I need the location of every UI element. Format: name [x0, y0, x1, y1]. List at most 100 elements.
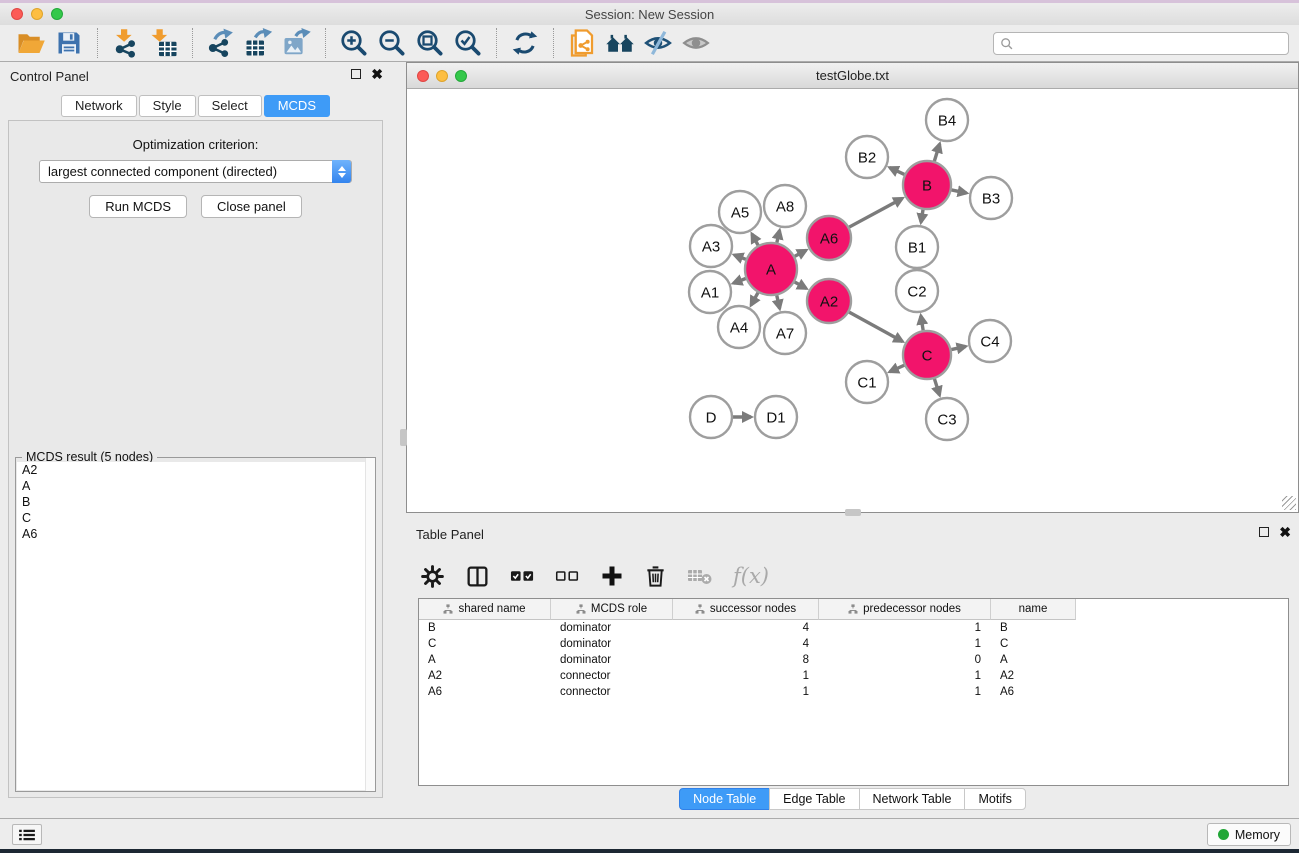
quick-search-field[interactable]	[993, 32, 1289, 55]
graph-node-B3[interactable]: B3	[970, 177, 1012, 219]
graph-node-A1[interactable]: A1	[689, 271, 731, 313]
graph-node-A5[interactable]: A5	[719, 191, 761, 233]
graph-edge-C-C2[interactable]	[921, 316, 923, 331]
graph-node-B1[interactable]: B1	[896, 226, 938, 268]
float-panel-icon[interactable]	[1259, 527, 1269, 537]
graph-node-B4[interactable]: B4	[926, 99, 968, 141]
optimization-criterion-select[interactable]: largest connected component (directed)	[39, 160, 352, 183]
tab-edge-table[interactable]: Edge Table	[769, 788, 859, 810]
search-input[interactable]	[1014, 35, 1288, 53]
tab-mcds[interactable]: MCDS	[264, 95, 330, 117]
graph-edge-A-A3[interactable]	[734, 255, 745, 259]
graph-edge-B-B3[interactable]	[951, 190, 966, 193]
graph-node-C[interactable]: C	[903, 331, 951, 379]
new-session-from-network-icon[interactable]	[565, 27, 599, 59]
tab-node-table[interactable]: Node Table	[679, 788, 770, 810]
table-row[interactable]: Bdominator41B	[419, 620, 1288, 636]
show-selected-icon[interactable]	[679, 27, 713, 59]
save-session-icon[interactable]	[52, 27, 86, 59]
export-table-icon[interactable]	[242, 27, 276, 59]
close-panel-icon[interactable]: ✖	[1279, 527, 1291, 537]
graph-node-C3[interactable]: C3	[926, 398, 968, 440]
select-all-columns-icon[interactable]	[510, 568, 535, 584]
graph-node-D1[interactable]: D1	[755, 396, 797, 438]
tab-select[interactable]: Select	[198, 95, 262, 117]
column-header-successor-nodes[interactable]: successor nodes	[673, 599, 819, 620]
zoom-out-icon[interactable]	[375, 27, 409, 59]
show-all-networks-icon[interactable]	[603, 27, 637, 59]
zoom-fit-icon[interactable]	[413, 27, 447, 59]
result-item[interactable]: A6	[17, 526, 374, 542]
graph-edge-A-A1[interactable]	[733, 279, 745, 284]
tab-motifs[interactable]: Motifs	[964, 788, 1025, 810]
tab-network[interactable]: Network	[61, 95, 137, 117]
graph-node-A[interactable]: A	[745, 243, 797, 295]
graph-node-A2[interactable]: A2	[807, 279, 851, 323]
graph-node-D[interactable]: D	[690, 396, 732, 438]
graph-node-A7[interactable]: A7	[764, 312, 806, 354]
graph-node-B[interactable]: B	[903, 161, 951, 209]
graph-node-A8[interactable]: A8	[764, 185, 806, 227]
create-column-icon[interactable]	[600, 564, 624, 588]
window-resize-grip[interactable]	[1282, 496, 1296, 510]
table-row[interactable]: A2connector11A2	[419, 668, 1288, 684]
graph-edge-A-A2[interactable]	[795, 282, 807, 288]
open-file-icon[interactable]	[14, 27, 48, 59]
graph-node-A6[interactable]: A6	[807, 216, 851, 260]
show-column-icon[interactable]	[465, 564, 490, 589]
column-header-shared-name[interactable]: shared name	[419, 599, 551, 620]
refresh-icon[interactable]	[508, 27, 542, 59]
export-image-icon[interactable]	[280, 27, 314, 59]
graph-edge-A6-B[interactable]	[849, 198, 902, 227]
result-item[interactable]: A2	[17, 462, 374, 478]
graph-node-A4[interactable]: A4	[718, 306, 760, 348]
delete-table-icon[interactable]	[687, 566, 713, 586]
task-history-button[interactable]	[12, 824, 42, 845]
zoom-selected-icon[interactable]	[451, 27, 485, 59]
result-item[interactable]: B	[17, 494, 374, 510]
run-mcds-button[interactable]: Run MCDS	[89, 195, 187, 218]
import-table-icon[interactable]	[147, 27, 181, 59]
graph-node-C4[interactable]: C4	[969, 320, 1011, 362]
graph-node-C1[interactable]: C1	[846, 361, 888, 403]
unselect-all-columns-icon[interactable]	[555, 568, 580, 584]
memory-button[interactable]: Memory	[1207, 823, 1291, 846]
table-row[interactable]: A6connector11A6	[419, 684, 1288, 700]
graph-edge-A-A7[interactable]	[777, 295, 780, 308]
graph-edge-C-C4[interactable]	[951, 346, 965, 349]
graph-edge-B-B4[interactable]	[934, 144, 939, 161]
graph-edge-A-A4[interactable]	[751, 293, 758, 305]
graph-edge-B-B2[interactable]	[890, 168, 905, 175]
graph-node-B2[interactable]: B2	[846, 136, 888, 178]
import-network-icon[interactable]	[109, 27, 143, 59]
delete-columns-icon[interactable]	[644, 565, 667, 588]
table-row[interactable]: Cdominator41C	[419, 636, 1288, 652]
graph-node-A3[interactable]: A3	[690, 225, 732, 267]
float-panel-icon[interactable]	[351, 69, 361, 79]
result-list-scrollbar[interactable]	[365, 458, 375, 791]
tab-style[interactable]: Style	[139, 95, 196, 117]
graph-edge-B-B1[interactable]	[921, 210, 923, 223]
graph-edge-A-A8[interactable]	[777, 230, 780, 242]
table-options-icon[interactable]	[420, 564, 445, 589]
zoom-in-icon[interactable]	[337, 27, 371, 59]
graph-edge-A-A6[interactable]	[795, 250, 806, 256]
network-graph-canvas[interactable]: B4 B2 B B3 A5A8A6 A3 B1 A A1 C2 A2 A4A7 C C4 C1 C3 D D1	[407, 89, 1298, 512]
mcds-result-list[interactable]: A2ABCA6	[17, 462, 374, 790]
column-header-name[interactable]: name	[991, 599, 1076, 620]
export-network-icon[interactable]	[204, 27, 238, 59]
graph-edge-C-C3[interactable]	[934, 379, 939, 395]
hide-selected-icon[interactable]	[641, 27, 675, 59]
split-pane-handle-horizontal[interactable]	[845, 509, 861, 516]
function-builder-icon[interactable]: f(x)	[733, 564, 769, 588]
tab-network-table[interactable]: Network Table	[859, 788, 966, 810]
close-panel-icon[interactable]: ✖	[371, 69, 383, 79]
column-header-predecessor-nodes[interactable]: predecessor nodes	[819, 599, 991, 620]
graph-edge-C-C1[interactable]	[890, 365, 904, 371]
graph-edge-A2-C[interactable]	[849, 312, 902, 341]
network-window-titlebar[interactable]: testGlobe.txt	[407, 63, 1298, 89]
result-item[interactable]: C	[17, 510, 374, 526]
graph-edge-A-A5[interactable]	[752, 234, 758, 245]
graph-node-C2[interactable]: C2	[896, 270, 938, 312]
close-panel-button[interactable]: Close panel	[201, 195, 302, 218]
